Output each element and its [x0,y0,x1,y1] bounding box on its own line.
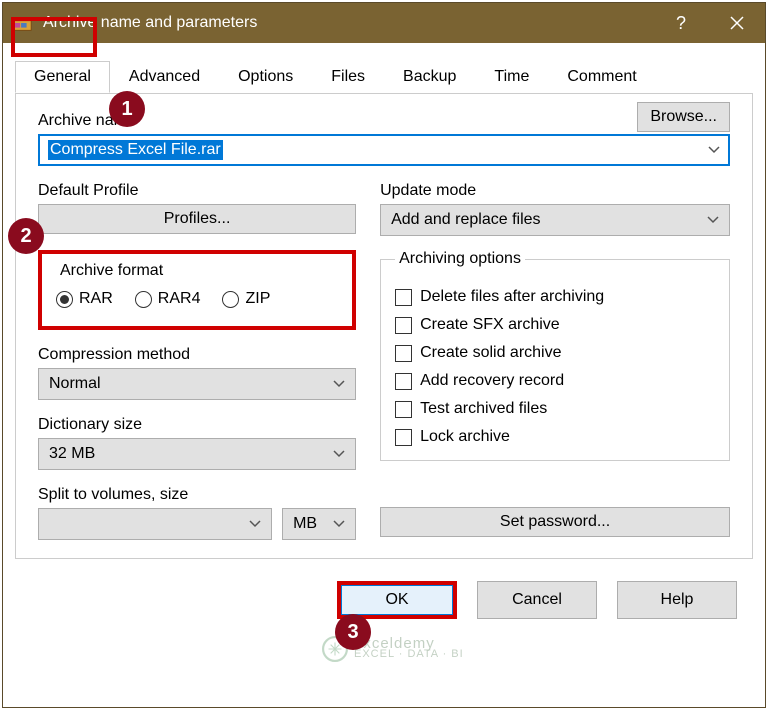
chevron-down-icon [333,447,345,461]
chevron-down-icon [707,213,719,227]
checkbox-icon [395,429,412,446]
opt-lock-checkbox[interactable]: Lock archive [395,428,715,446]
titlebar: Archive name and parameters ? [3,3,765,43]
tab-strip: General Advanced Options Files Backup Ti… [3,43,765,93]
update-mode-value: Add and replace files [391,211,540,229]
tab-time[interactable]: Time [475,61,548,93]
chevron-down-icon [333,377,345,391]
opt-recovery-checkbox[interactable]: Add recovery record [395,372,715,390]
browse-button[interactable]: Browse... [637,102,730,132]
archive-format-group: Archive format RAR RAR4 ZIP [38,250,356,330]
annotation-badge-3: 3 [335,614,371,650]
update-mode-select[interactable]: Add and replace files [380,204,730,236]
format-rar-radio[interactable]: RAR [56,290,113,308]
radio-on-icon [56,291,73,308]
compression-method-select[interactable]: Normal [38,368,356,400]
checkbox-icon [395,373,412,390]
checkbox-icon [395,401,412,418]
default-profile-label: Default Profile [38,182,356,200]
split-volumes-label: Split to volumes, size [38,486,356,504]
archiving-options-group: Archiving options Delete files after arc… [380,250,730,461]
tab-backup[interactable]: Backup [384,61,475,93]
archiving-options-label: Archiving options [395,250,525,268]
winrar-icon [11,12,33,34]
set-password-button[interactable]: Set password... [380,507,730,537]
format-zip-radio[interactable]: ZIP [222,290,270,308]
archive-name-input[interactable]: Compress Excel File.rar [38,134,730,166]
chevron-down-icon [333,517,345,531]
checkbox-icon [395,289,412,306]
tab-general[interactable]: General [15,61,110,93]
opt-solid-checkbox[interactable]: Create solid archive [395,344,715,362]
dictionary-size-select[interactable]: 32 MB [38,438,356,470]
tab-files[interactable]: Files [312,61,384,93]
annotation-badge-1: 1 [109,91,145,127]
opt-sfx-checkbox[interactable]: Create SFX archive [395,316,715,334]
dictionary-size-label: Dictionary size [38,416,356,434]
chevron-down-icon [249,517,261,531]
radio-off-icon [222,291,239,308]
split-unit-select[interactable]: MB [282,508,356,540]
ok-button[interactable]: OK [341,585,453,615]
tab-options[interactable]: Options [219,61,312,93]
chevron-down-icon[interactable] [708,141,720,159]
profiles-button[interactable]: Profiles... [38,204,356,234]
split-size-input[interactable] [38,508,272,540]
help-button-footer[interactable]: Help [617,581,737,619]
opt-delete-checkbox[interactable]: Delete files after archiving [395,288,715,306]
opt-test-checkbox[interactable]: Test archived files [395,400,715,418]
archive-format-label: Archive format [56,262,167,279]
annotation-badge-2: 2 [8,218,44,254]
update-mode-label: Update mode [380,182,730,200]
help-button[interactable]: ? [653,3,709,43]
tab-advanced[interactable]: Advanced [110,61,219,93]
format-rar4-radio[interactable]: RAR4 [135,290,201,308]
checkbox-icon [395,317,412,334]
tab-panel-general: Browse... Archive name Compress Excel Fi… [15,93,753,559]
dialog-footer: OK Cancel Help [3,571,765,637]
archive-dialog: Archive name and parameters ? 1 General … [2,2,766,708]
archive-name-value: Compress Excel File.rar [48,140,223,160]
tab-comment[interactable]: Comment [548,61,655,93]
cancel-button[interactable]: Cancel [477,581,597,619]
close-button[interactable] [709,3,765,43]
radio-off-icon [135,291,152,308]
compression-method-label: Compression method [38,346,356,364]
checkbox-icon [395,345,412,362]
window-title: Archive name and parameters [43,14,653,32]
